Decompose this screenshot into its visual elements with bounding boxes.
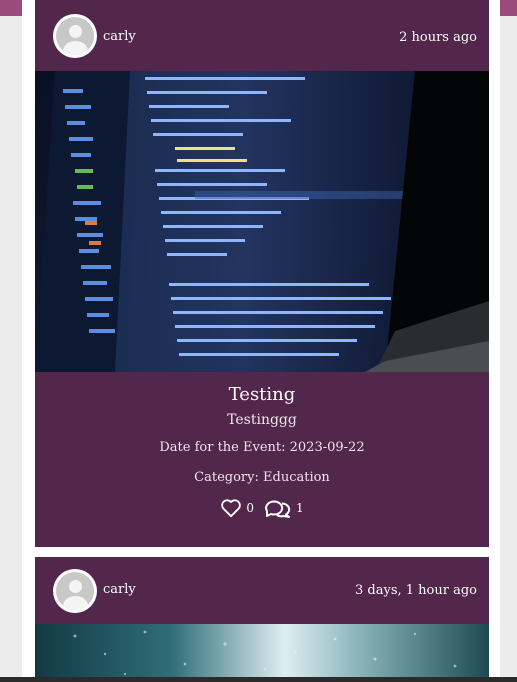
post-category: Category: Education bbox=[194, 470, 330, 485]
post-stats: 0 1 bbox=[35, 497, 489, 519]
default-avatar-icon bbox=[56, 17, 94, 55]
post-header: carly 3 days, 1 hour ago bbox=[35, 557, 489, 624]
post-author[interactable]: carly bbox=[103, 29, 136, 44]
rainy-window-photo-icon bbox=[35, 624, 489, 682]
post-card: carly 2 hours ago Testing Testinggg Date… bbox=[35, 0, 489, 547]
avatar[interactable] bbox=[53, 14, 97, 58]
post-author[interactable]: carly bbox=[103, 582, 136, 597]
like-icon[interactable] bbox=[220, 498, 242, 518]
bottom-edge bbox=[0, 677, 517, 682]
post-header: carly 2 hours ago bbox=[35, 0, 489, 71]
post-image[interactable] bbox=[35, 624, 489, 682]
comment-count: 1 bbox=[296, 501, 304, 515]
post-card: carly 3 days, 1 hour ago bbox=[35, 557, 489, 682]
post-timestamp: 2 hours ago bbox=[399, 30, 477, 45]
post-body: Testing Testinggg Date for the Event: 20… bbox=[35, 372, 489, 519]
code-editor-photo-icon bbox=[35, 71, 489, 372]
post-title[interactable]: Testing bbox=[35, 384, 489, 405]
like-count: 0 bbox=[246, 501, 254, 515]
post-image[interactable] bbox=[35, 71, 489, 372]
post-event-date: Date for the Event: 2023-09-22 bbox=[159, 440, 365, 455]
default-avatar-icon bbox=[56, 572, 94, 610]
post-description: Testinggg bbox=[227, 412, 297, 428]
post-timestamp: 3 days, 1 hour ago bbox=[355, 583, 477, 598]
avatar[interactable] bbox=[53, 569, 97, 613]
comments-icon[interactable] bbox=[264, 497, 292, 519]
